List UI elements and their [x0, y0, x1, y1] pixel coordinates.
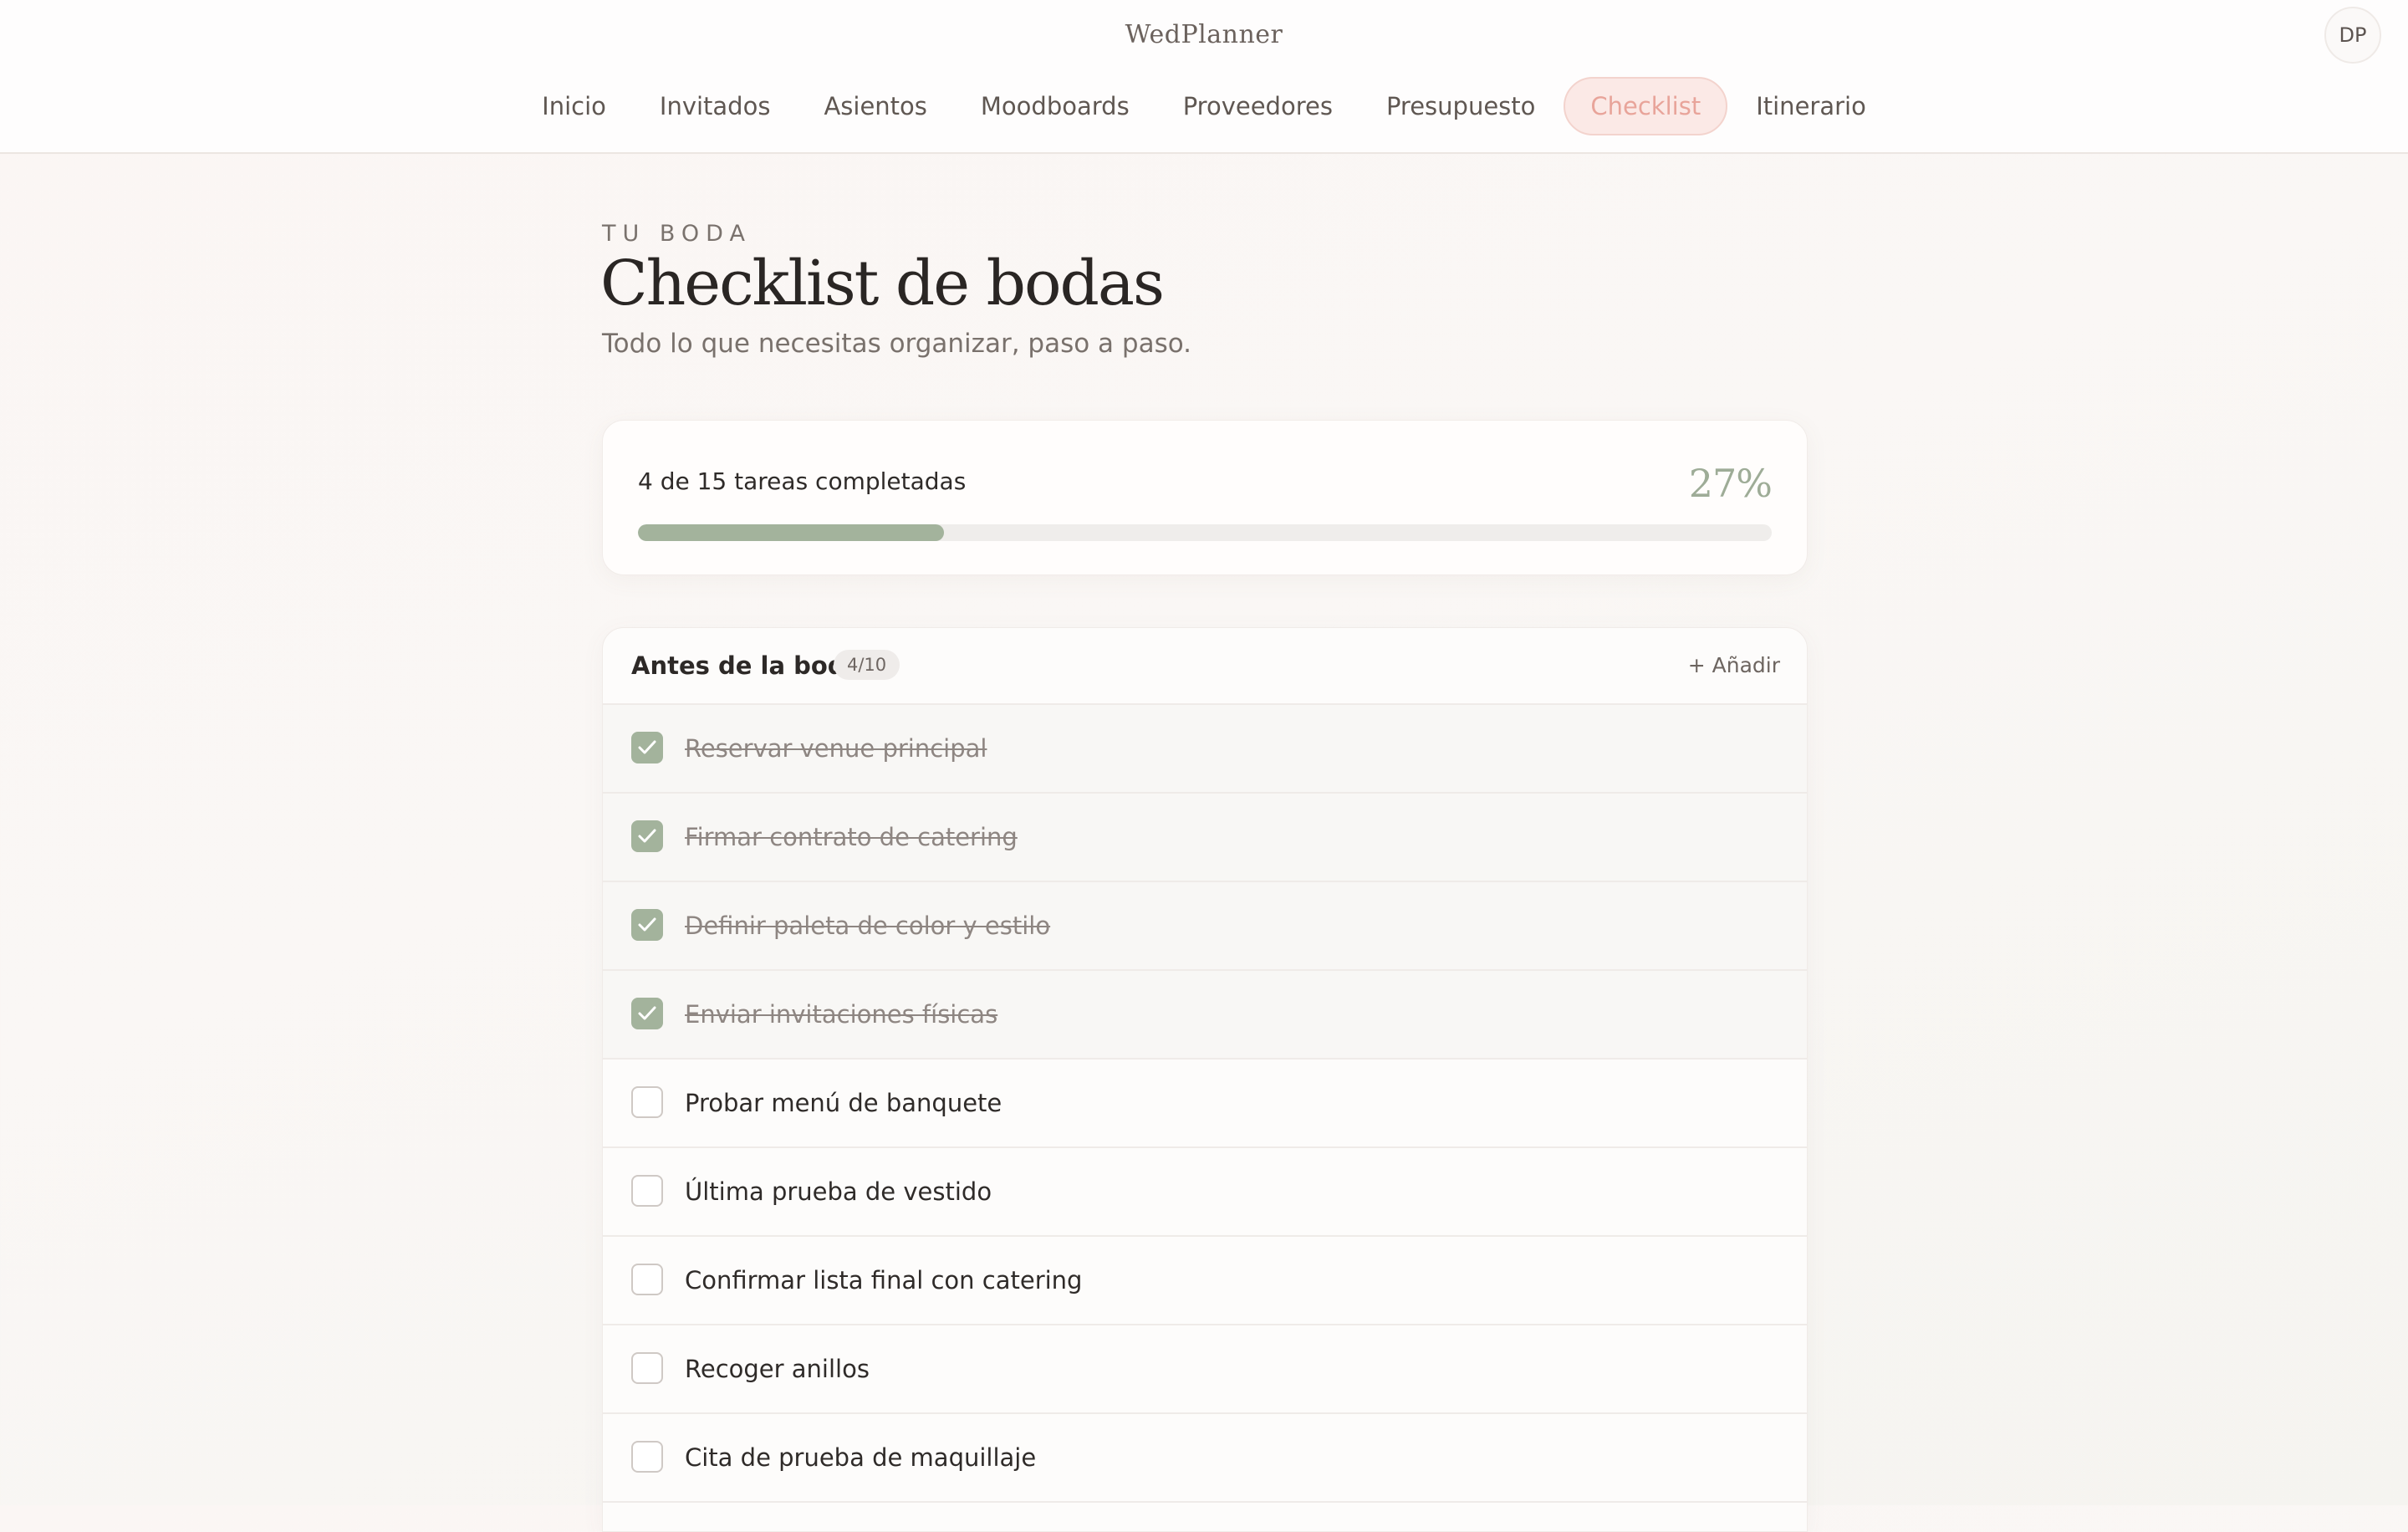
checklist-section: Antes de la boda 4/10 + Añadir Reservar …: [602, 627, 1808, 1532]
task-checkbox[interactable]: [631, 732, 663, 763]
task-label: Cita de prueba de maquillaje: [685, 1443, 1037, 1472]
task-label: Firmar contrato de catering: [685, 823, 1018, 851]
progress-card: 4 de 15 tareas completadas 27%: [602, 420, 1808, 575]
nav-item-checklist[interactable]: Checklist: [1564, 77, 1728, 135]
task-row[interactable]: Enviar invitaciones físicas: [603, 971, 1807, 1060]
top-bar: WedPlanner DP Inicio Invitados Asientos …: [0, 0, 2408, 154]
nav-item-asientos[interactable]: Asientos: [798, 79, 951, 134]
task-row[interactable]: Última prueba de vestido: [603, 1148, 1807, 1237]
task-label: Recoger anillos: [685, 1355, 870, 1383]
task-row[interactable]: Cita de prueba de maquillaje: [603, 1414, 1807, 1503]
task-label: Probar menú de banquete: [685, 1089, 1002, 1117]
checkmark-icon: [638, 917, 656, 932]
task-label: Definir paleta de color y estilo: [685, 912, 1051, 940]
task-checkbox[interactable]: [631, 1441, 663, 1473]
task-label: Última prueba de vestido: [685, 1177, 992, 1206]
progress-summary: 4 de 15 tareas completadas: [638, 467, 967, 495]
nav-item-inicio[interactable]: Inicio: [517, 79, 631, 134]
task-checkbox[interactable]: [631, 1175, 663, 1207]
checkmark-icon: [638, 829, 656, 843]
nav-item-proveedores[interactable]: Proveedores: [1158, 79, 1358, 134]
checkmark-icon: [638, 1006, 656, 1020]
progress-bar-fill: [638, 524, 945, 541]
task-checkbox[interactable]: [631, 1352, 663, 1384]
nav-item-itinerario[interactable]: Itinerario: [1731, 79, 1891, 134]
task-checkbox[interactable]: [631, 1264, 663, 1295]
task-row[interactable]: Reservar venue principal: [603, 705, 1807, 794]
progress-percent: 27%: [1688, 461, 1773, 506]
nav-item-moodboards[interactable]: Moodboards: [956, 79, 1155, 134]
task-label: Reservar venue principal: [685, 734, 987, 763]
checkmark-icon: [638, 740, 656, 754]
task-row[interactable]: Firmar contrato de catering: [603, 794, 1807, 882]
task-checkbox[interactable]: [631, 1086, 663, 1118]
task-checkbox[interactable]: [631, 909, 663, 941]
task-checkbox[interactable]: [631, 820, 663, 852]
task-row[interactable]: Definir paleta de color y estilo: [603, 882, 1807, 971]
section-title: Antes de la boda: [631, 651, 862, 680]
page-title: Checklist de bodas: [600, 248, 1165, 319]
task-label: Enviar invitaciones físicas: [685, 1000, 998, 1029]
task-row[interactable]: Probar menú de banquete: [603, 1060, 1807, 1148]
task-label: Confirmar lista final con catering: [685, 1266, 1083, 1295]
task-row[interactable]: Recoger anillos: [603, 1325, 1807, 1414]
section-count-badge: 4/10: [834, 650, 900, 680]
add-task-button[interactable]: + Añadir: [1688, 653, 1780, 677]
page-eyebrow: TU BODA: [602, 221, 752, 247]
nav-item-invitados[interactable]: Invitados: [635, 79, 796, 134]
page-subtitle: Todo lo que necesitas organizar, paso a …: [602, 329, 1191, 359]
main-nav: Inicio Invitados Asientos Moodboards Pro…: [0, 77, 2408, 135]
task-row[interactable]: Confirmar lista final con catering: [603, 1237, 1807, 1325]
brand-logo[interactable]: WedPlanner: [0, 20, 2408, 49]
task-checkbox[interactable]: [631, 998, 663, 1029]
task-list: Reservar venue principal Firmar contrato…: [603, 705, 1807, 1503]
progress-bar: [638, 524, 1772, 541]
nav-item-presupuesto[interactable]: Presupuesto: [1361, 79, 1560, 134]
section-header: Antes de la boda 4/10 + Añadir: [603, 628, 1807, 705]
user-avatar[interactable]: DP: [2324, 7, 2381, 64]
